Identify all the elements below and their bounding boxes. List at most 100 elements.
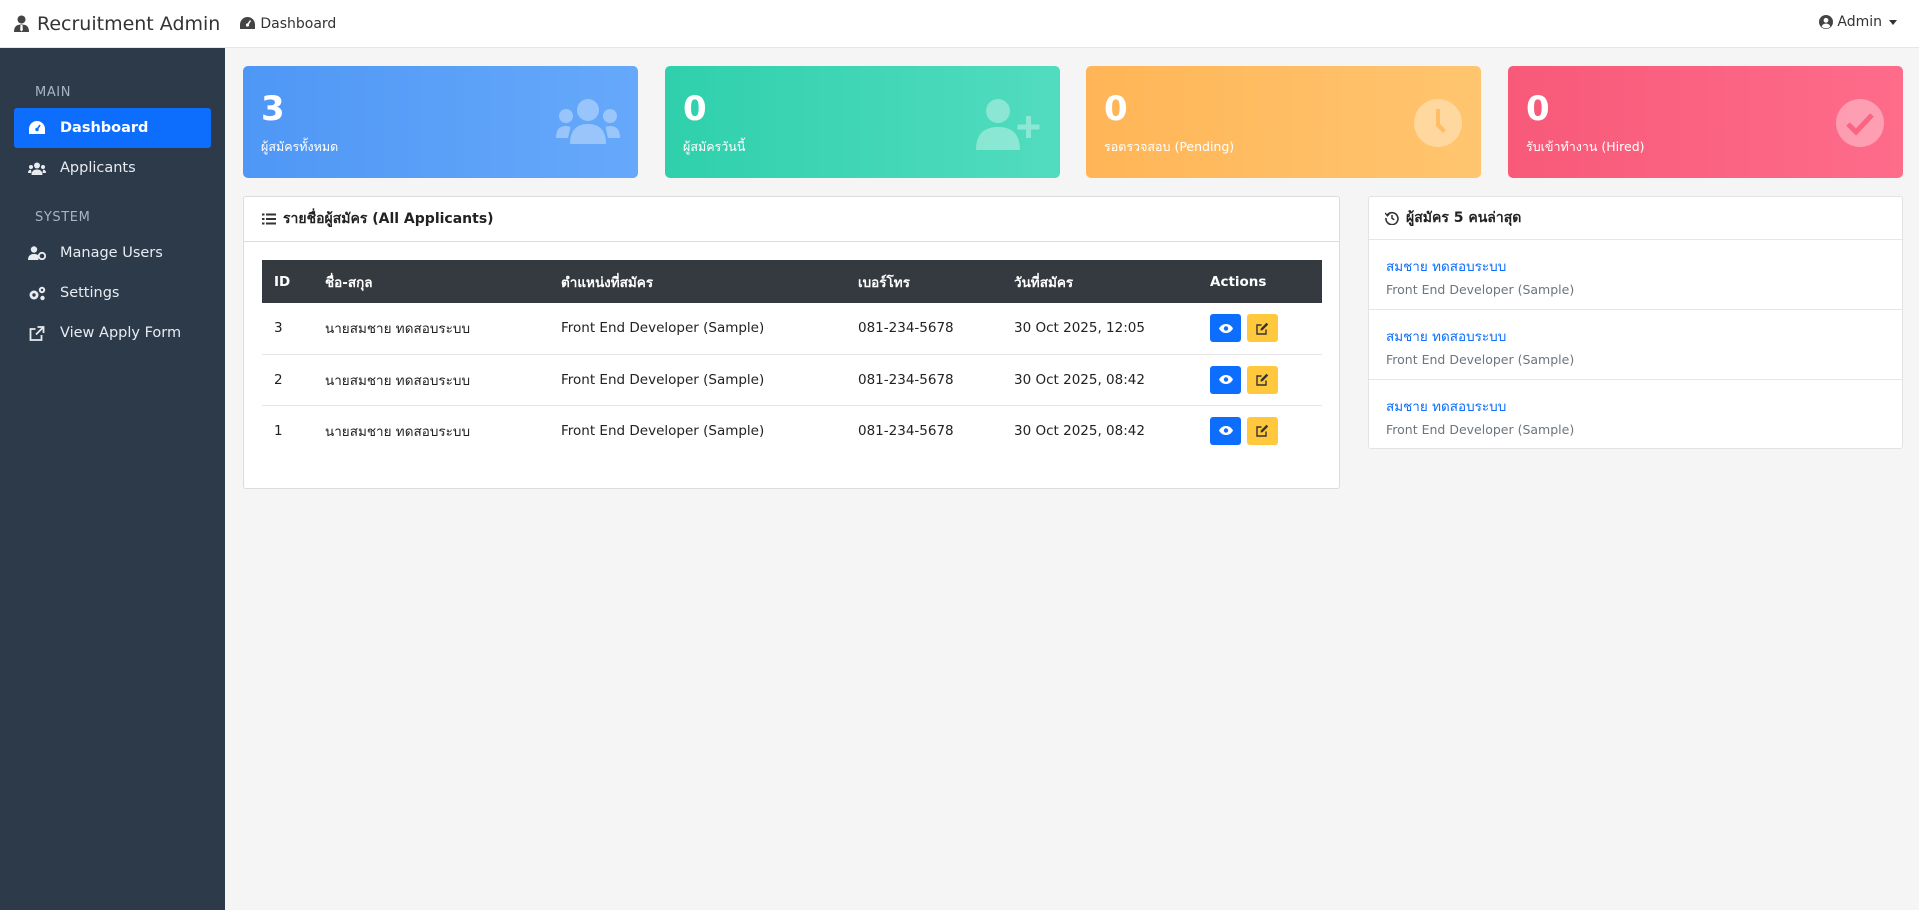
stat-label: ผู้สมัครทั้งหมด — [261, 139, 339, 154]
sidebar-section-system: SYSTEM — [35, 210, 91, 225]
table-row: 2 นายสมชาย ทดสอบระบบ Front End Developer… — [262, 354, 1322, 406]
cell-phone: 081-234-5678 — [846, 354, 1002, 406]
list-item: สมชาย ทดสอบระบบ Front End Developer (Sam… — [1369, 240, 1902, 310]
sidebar-item-applicants[interactable]: Applicants — [14, 148, 211, 188]
list-item: สมชาย ทดสอบระบบ Front End Developer (Sam… — [1369, 380, 1902, 450]
check-circle-icon — [1836, 99, 1884, 147]
stat-value: 0 — [683, 89, 707, 129]
sidebar-item-dashboard[interactable]: Dashboard — [14, 108, 211, 148]
cell-name: นายสมชาย ทดสอบระบบ — [325, 423, 471, 440]
sidebar-item-label: Dashboard — [60, 120, 149, 136]
eye-icon — [1218, 375, 1233, 384]
stat-card-total-applicants: 3 ผู้สมัครทั้งหมด — [243, 66, 638, 178]
view-button[interactable] — [1210, 416, 1241, 445]
view-button[interactable] — [1210, 314, 1241, 343]
stat-card-today-applicants: 0 ผู้สมัครวันนี้ — [665, 66, 1060, 178]
column-header-name: ชื่อ-สกุล — [325, 274, 373, 291]
sidebar-section-main: MAIN — [35, 85, 72, 100]
top-navbar: Recruitment Admin Dashboard Admin — [0, 0, 1919, 48]
users-icon — [28, 162, 46, 175]
list-icon — [262, 213, 276, 225]
gauge-icon — [29, 121, 45, 134]
stat-value: 0 — [1526, 89, 1550, 129]
edit-button[interactable] — [1247, 416, 1279, 445]
brand-title: Recruitment Admin — [37, 12, 221, 35]
eye-icon — [1218, 323, 1233, 333]
recent-applicant-name-link[interactable]: สมชาย ทดสอบระบบ — [1386, 255, 1902, 277]
table-row: 1 นายสมชาย ทดสอบระบบ Front End Developer… — [262, 405, 1322, 456]
stat-label: ผู้สมัครวันนี้ — [683, 139, 746, 154]
panel-header: รายชื่อผู้สมัคร (All Applicants) — [244, 197, 1339, 242]
breadcrumb-dashboard[interactable]: Dashboard — [240, 16, 336, 32]
stat-label: รับเข้าทำงาน (Hired) — [1526, 139, 1645, 154]
column-header-date: วันที่สมัคร — [1014, 274, 1074, 291]
cell-phone: 081-234-5678 — [846, 303, 1002, 355]
edit-icon — [1256, 373, 1269, 386]
sidebar-item-manage-users[interactable]: Manage Users — [14, 233, 211, 273]
edit-button[interactable] — [1247, 365, 1279, 394]
stat-value: 0 — [1104, 89, 1128, 129]
cell-date: 30 Oct 2025, 08:42 — [1014, 422, 1145, 439]
user-plus-icon — [976, 99, 1040, 150]
sidebar-item-label: Manage Users — [60, 245, 163, 261]
sidebar-item-view-apply-form[interactable]: View Apply Form — [14, 313, 211, 353]
stat-card-pending: 0 รอตรวจสอบ (Pending) — [1086, 66, 1481, 178]
panel-title: ผู้สมัคร 5 คนล่าสุด — [1406, 210, 1522, 226]
cell-id: 2 — [262, 354, 313, 406]
user-menu-dropdown[interactable]: Admin — [1819, 14, 1897, 30]
recent-applicant-name-link[interactable]: สมชาย ทดสอบระบบ — [1386, 325, 1902, 347]
edit-icon — [1256, 322, 1269, 335]
user-tie-icon — [14, 15, 29, 32]
external-link-icon — [29, 325, 45, 341]
cell-position: Front End Developer (Sample) — [549, 354, 846, 406]
panel-header: ผู้สมัคร 5 คนล่าสุด — [1369, 197, 1902, 240]
edit-icon — [1256, 425, 1269, 437]
cell-id: 3 — [262, 303, 313, 355]
cell-name: นายสมชาย ทดสอบระบบ — [313, 354, 549, 406]
cell-position: Front End Developer (Sample) — [561, 422, 765, 439]
brand-link[interactable]: Recruitment Admin — [0, 13, 220, 35]
breadcrumb-label: Dashboard — [260, 15, 337, 32]
all-applicants-panel: รายชื่อผู้สมัคร (All Applicants) ID ชื่อ… — [243, 196, 1340, 489]
view-button[interactable] — [1210, 365, 1241, 394]
gears-icon — [29, 286, 46, 300]
history-icon — [1385, 211, 1399, 225]
stat-value: 3 — [261, 89, 285, 129]
gauge-icon — [240, 17, 256, 29]
cell-phone: 081-234-5678 — [858, 422, 954, 439]
stat-label: รอตรวจสอบ (Pending) — [1104, 139, 1235, 154]
cell-name: นายสมชาย ทดสอบระบบ — [313, 303, 549, 355]
applicants-table: ID ชื่อ-สกุล ตำแหน่งที่สมัคร เบอร์โทร วั… — [262, 260, 1322, 456]
recent-applicant-position: Front End Developer (Sample) — [1386, 282, 1575, 297]
recent-applicant-name-link[interactable]: สมชาย ทดสอบระบบ — [1386, 395, 1902, 417]
cell-actions — [1198, 354, 1322, 406]
column-header-id: ID — [274, 273, 291, 290]
user-circle-icon — [1819, 15, 1834, 29]
recent-applicant-position: Front End Developer (Sample) — [1386, 352, 1575, 367]
sidebar-item-settings[interactable]: Settings — [14, 273, 211, 313]
sidebar-item-label: Applicants — [60, 160, 136, 176]
cell-actions — [1198, 303, 1322, 355]
recent-applicants-panel: ผู้สมัคร 5 คนล่าสุด สมชาย ทดสอบระบบ Fron… — [1368, 196, 1903, 449]
column-header-position: ตำแหน่งที่สมัคร — [561, 274, 654, 291]
stat-card-hired: 0 รับเข้าทำงาน (Hired) — [1508, 66, 1903, 178]
table-row: 3 นายสมชาย ทดสอบระบบ Front End Developer… — [262, 303, 1322, 355]
sidebar: MAIN Dashboard Applicants SYSTEM Manage … — [0, 48, 225, 910]
recent-applicant-position: Front End Developer (Sample) — [1386, 422, 1575, 437]
sidebar-item-label: View Apply Form — [60, 325, 182, 341]
cell-actions — [1198, 405, 1322, 456]
caret-down-icon — [1889, 19, 1897, 25]
clock-icon — [1414, 99, 1462, 147]
cell-date: 30 Oct 2025, 08:42 — [1002, 354, 1198, 406]
eye-icon — [1218, 426, 1233, 436]
user-name: Admin — [1837, 14, 1882, 30]
sidebar-item-label: Settings — [60, 285, 120, 301]
cell-position: Front End Developer (Sample) — [549, 303, 846, 355]
column-header-phone: เบอร์โทร — [858, 274, 910, 291]
edit-button[interactable] — [1247, 314, 1279, 343]
user-gear-icon — [28, 246, 46, 260]
list-item: สมชาย ทดสอบระบบ Front End Developer (Sam… — [1369, 310, 1902, 380]
users-icon — [556, 99, 620, 144]
column-header-actions: Actions — [1210, 273, 1267, 290]
cell-date: 30 Oct 2025, 12:05 — [1002, 303, 1198, 355]
